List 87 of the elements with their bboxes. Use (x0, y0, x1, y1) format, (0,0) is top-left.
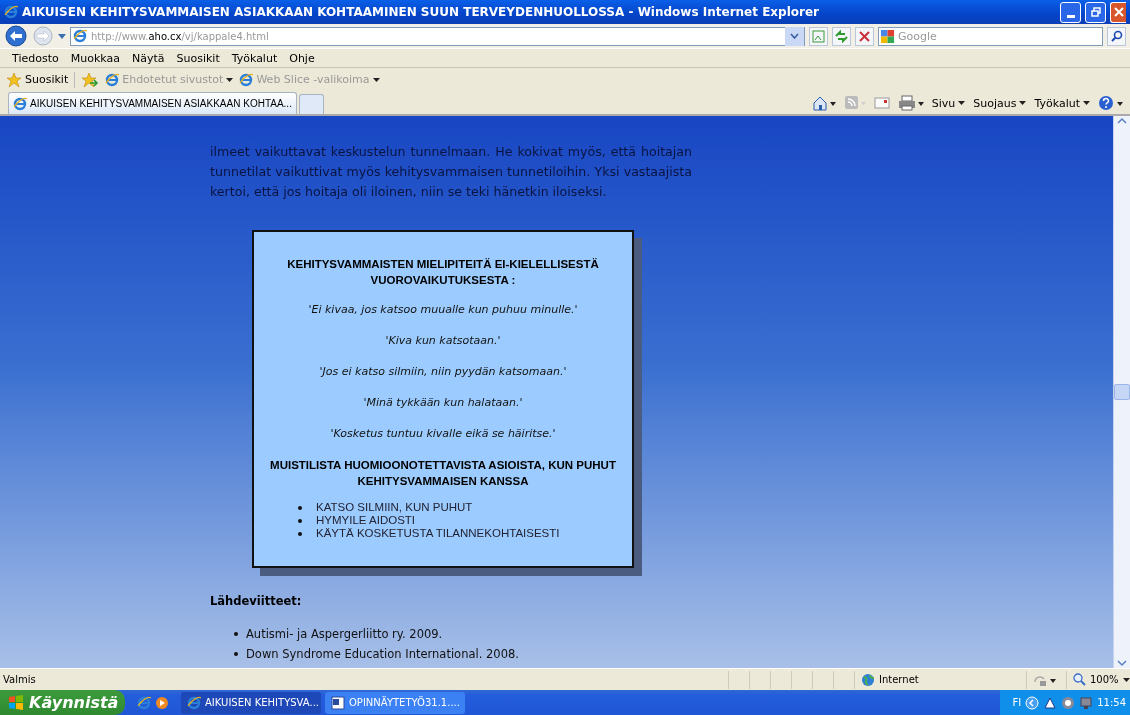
start-button[interactable]: Käynnistä (0, 690, 125, 715)
add-favorite-icon[interactable] (81, 71, 100, 88)
printer-icon[interactable] (897, 95, 924, 111)
caret-icon (226, 77, 234, 82)
minimize-icon (1066, 14, 1075, 18)
bullet-icon (298, 531, 302, 536)
bullet-icon (298, 518, 302, 523)
menu-item[interactable]: Työkalut (225, 51, 284, 65)
language-indicator: FI (1012, 697, 1022, 708)
network-icon[interactable] (1079, 695, 1094, 710)
reference-item: Autismi- ja Aspergerliitto ry. 2009. (246, 626, 443, 643)
close-icon (859, 30, 870, 42)
menu-item[interactable]: Suosikit (170, 51, 226, 65)
back-button[interactable] (4, 25, 28, 47)
quote-text: 'Minä tykkään kun halataan.' (363, 395, 523, 411)
zone-label: Internet (879, 674, 919, 685)
quote-text: 'Jos ei katso silmiin, niin pyydän katsomaan.' (319, 364, 567, 380)
tray-app-icon[interactable] (1061, 695, 1076, 710)
scrollbar[interactable] (1113, 116, 1130, 668)
list-item: KÄYTÄ KOSKETUSTA TILANNEKOHTAISESTI (316, 527, 560, 540)
help-icon[interactable] (1098, 95, 1124, 111)
caret-icon (1083, 101, 1090, 105)
close-icon (1113, 7, 1124, 17)
taskbar-button[interactable]: AIKUISEN KEHITYSVA... (181, 691, 321, 714)
clock: 11:54 (1097, 697, 1126, 708)
list-item: KATSO SILMIIN, KUN PUHUT (316, 501, 473, 514)
box-heading: MUISTILISTA HUOMIOONOTETTAVISTA ASIOISTA, KUN PUHUT KEHITYSVAMMAISEN KANSSA (269, 458, 617, 489)
page-icon (239, 72, 254, 87)
menu-item[interactable]: Muokkaa (64, 51, 126, 65)
quote-text: 'Kosketus tuntuu kivalle eikä se häiritse.' (330, 426, 556, 442)
taskbar-button[interactable]: OPINNÄYTETYÖ31.1.... (325, 691, 465, 714)
caret-icon (372, 77, 380, 82)
body-paragraph: ilmeet vaikuttavat keskustelun tunnelmaan. He kokivat myös, että hoitajan tunnetilat vaikuttivat myös kehitysvammaisen tunnetiloihin. Yksi vastaajista kertoi, että jos hoitaja oli iloinen, niin se teki hänetkin iloiseksi. (210, 143, 692, 201)
window-title: AIKUISEN KEHITYSVAMMAISEN ASIAKKAAN KOHTAAMINEN SUUN TERVEYDENHUOLLOSSA - Windows Internet Explorer (22, 5, 821, 19)
restore-icon (1090, 7, 1101, 17)
caret-icon (958, 101, 966, 105)
minimize-button[interactable] (1060, 1, 1081, 23)
favorites-button[interactable]: Suosikit (6, 71, 69, 88)
dropdown-button[interactable] (785, 26, 804, 46)
page-icon (13, 96, 27, 111)
reference-item: Down Syndrome Education International. 2008. (246, 646, 519, 663)
globe-icon (861, 672, 875, 687)
dropdown-caret-icon[interactable] (58, 33, 66, 39)
list-item: HYMYILE AIDOSTI (316, 514, 416, 527)
search-icon (1110, 30, 1123, 42)
menu-item[interactable]: Näytä (125, 51, 171, 65)
quote-text: 'Ei kivaa, jos katsoo muualle kun puhuu minulle.' (308, 302, 578, 318)
compatibility-icon (812, 29, 825, 43)
page-icon (73, 29, 87, 43)
page-icon (105, 72, 120, 87)
stop-button[interactable] (855, 26, 874, 46)
close-button[interactable] (1110, 1, 1126, 23)
caret-icon (1122, 677, 1130, 682)
bullet-icon (298, 505, 302, 510)
section-heading: Lähdeviitteet: (210, 594, 303, 608)
restore-button[interactable] (1085, 1, 1106, 23)
browser-logo-icon[interactable] (137, 695, 151, 710)
magnifier-icon (1073, 673, 1086, 686)
browser-logo-icon (187, 695, 201, 710)
command-button[interactable]: Suojaus (973, 96, 1027, 110)
caret-icon (1019, 101, 1027, 105)
browser-tab[interactable]: AIKUISEN KEHITYSVAMMAISEN ASIAKKAAN KOHTAA... (8, 92, 297, 114)
media-player-icon[interactable] (155, 695, 169, 710)
star-icon (6, 71, 22, 88)
tray-app-icon[interactable] (1043, 695, 1058, 710)
refresh-button[interactable] (832, 26, 851, 46)
document-icon (331, 695, 345, 710)
command-button[interactable]: Työkalut (1034, 96, 1090, 110)
status-text: Valmis (3, 674, 37, 685)
scroll-down-icon (1114, 658, 1130, 668)
address-field[interactable]: http://www.aho.cx/vj/kappale4.html (70, 26, 805, 46)
chevron-icon (790, 33, 799, 39)
mail-icon[interactable] (873, 97, 890, 109)
bullet-icon (234, 632, 238, 636)
refresh-icon (835, 29, 848, 43)
browser-logo-icon (4, 5, 18, 19)
bullet-icon (234, 652, 238, 656)
zoom-button[interactable]: 100% (1066, 670, 1130, 689)
menu-item[interactable]: Ohje (283, 51, 321, 65)
home-icon[interactable] (811, 95, 836, 111)
scroll-thumb[interactable] (1114, 384, 1130, 400)
windows-logo-icon (8, 694, 24, 711)
search-button[interactable] (1107, 26, 1126, 46)
quote-text: 'Kiva kun katsotaan.' (385, 333, 501, 349)
menu-item[interactable]: Tiedosto (6, 51, 65, 65)
box-heading: KEHITYSVAMMAISTEN MIELIPITEITÄ EI-KIELELLISESTÄ VUOROVAIKUTUKSESTA : (286, 257, 600, 288)
command-button[interactable]: Sivu (931, 96, 966, 110)
